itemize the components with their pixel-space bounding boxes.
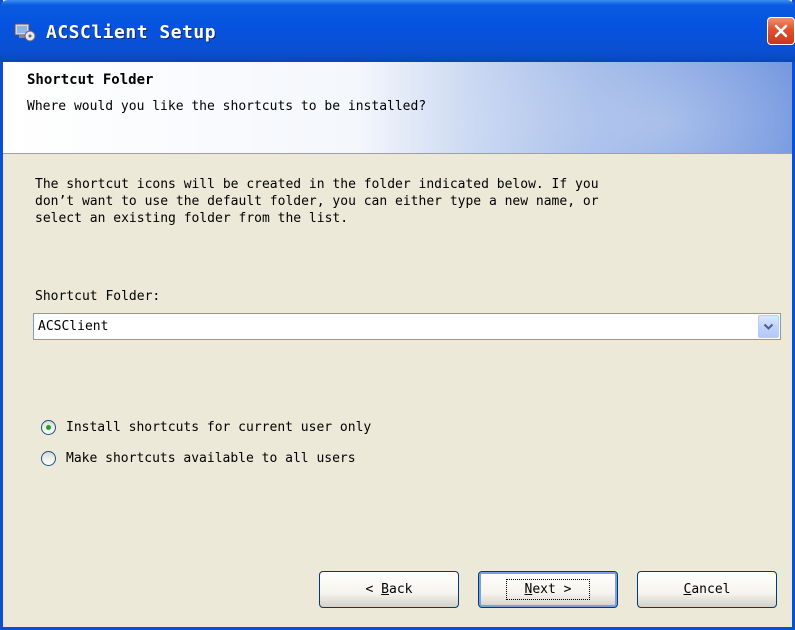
radio-current-user-label[interactable]: Install shortcuts for current user only	[66, 420, 371, 435]
next-button[interactable]: Next >	[478, 571, 618, 608]
radio-current-user[interactable]: Install shortcuts for current user only	[41, 420, 371, 435]
setup-window: ACSClient Setup Shortcut Folder Where wo…	[0, 0, 795, 630]
shortcut-folder-label: Shortcut Folder:	[35, 289, 161, 304]
radio-button-unselected[interactable]	[41, 451, 56, 466]
close-button[interactable]	[767, 17, 795, 45]
shortcut-folder-combobox[interactable]: ACSClient	[33, 313, 781, 340]
back-button-rest: ack	[389, 582, 413, 597]
page-heading: Shortcut Folder	[27, 72, 154, 88]
chevron-down-icon	[763, 323, 774, 330]
banner-decoration	[412, 62, 792, 153]
back-button-prefix: <	[365, 582, 382, 597]
cancel-button[interactable]: Cancel	[637, 571, 777, 608]
page-subheading: Where would you like the shortcuts to be…	[27, 99, 427, 114]
next-button-suffix: >	[555, 582, 572, 597]
description-text: The shortcut icons will be created in th…	[35, 177, 599, 226]
dropdown-button[interactable]	[758, 315, 779, 338]
next-button-focus: Next >	[505, 579, 591, 600]
title-bar[interactable]: ACSClient Setup	[0, 0, 795, 62]
installer-app-icon	[14, 22, 36, 42]
radio-button-selected[interactable]	[41, 420, 56, 435]
back-button-mnemonic: B	[381, 582, 389, 597]
close-icon	[774, 24, 788, 38]
header-banner: Shortcut Folder Where would you like the…	[3, 62, 792, 154]
cancel-button-mnemonic: C	[683, 582, 692, 597]
radio-all-users-label[interactable]: Make shortcuts available to all users	[66, 451, 356, 466]
shortcut-folder-value[interactable]: ACSClient	[38, 319, 108, 334]
back-button[interactable]: < Back	[319, 571, 459, 608]
window-title: ACSClient Setup	[46, 22, 217, 43]
next-button-rest: ext	[532, 582, 556, 597]
radio-all-users[interactable]: Make shortcuts available to all users	[41, 451, 356, 466]
cancel-button-rest: ancel	[691, 582, 731, 597]
